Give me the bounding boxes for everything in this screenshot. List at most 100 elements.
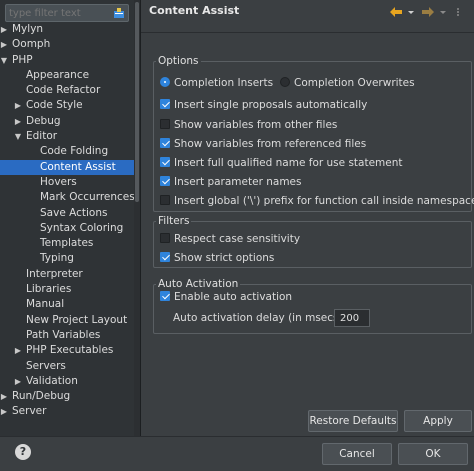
tree-item-mylyn[interactable]: ▶ Mylyn — [0, 22, 134, 37]
tree-item-label: Oomph — [12, 38, 51, 51]
tree-item-path-variables[interactable]: Path Variables — [0, 328, 134, 343]
options-group: Options Completion Inserts Completion Ov… — [153, 55, 474, 212]
tree-item-label: Mark Occurrences — [40, 191, 135, 204]
back-menu-chevron-icon[interactable] — [407, 6, 415, 20]
tree-item-label: Debug — [26, 114, 61, 127]
collapsed-chevron-icon[interactable]: ▶ — [0, 37, 8, 52]
collapsed-chevron-icon[interactable]: ▶ — [14, 343, 22, 358]
tree-item-php-executables[interactable]: ▶ PHP Executables — [0, 343, 134, 358]
tree-item-label: Libraries — [26, 283, 72, 296]
tree-item-content-assist[interactable]: Content Assist — [0, 159, 134, 175]
tree-item-interpreter[interactable]: Interpreter — [0, 267, 134, 282]
tree-scrollbar[interactable] — [134, 0, 141, 436]
insert-single-proposals-check-indicator[interactable] — [160, 99, 170, 109]
completion-overwrites-radio-indicator[interactable] — [280, 77, 290, 87]
tree-item-label: Hovers — [40, 175, 77, 188]
collapsed-chevron-icon[interactable]: ▶ — [14, 98, 22, 113]
respect-case-sensitivity-check-indicator[interactable] — [160, 233, 170, 243]
auto-activation-group: Auto Activation Enable auto activation A… — [153, 278, 472, 334]
collapsed-chevron-icon[interactable]: ▶ — [14, 374, 22, 389]
completion-overwrites-label: Completion Overwrites — [294, 77, 415, 89]
tree-item-save-actions[interactable]: Save Actions — [0, 206, 134, 221]
apply-button[interactable]: Apply — [404, 410, 472, 432]
tree-item-libraries[interactable]: Libraries — [0, 282, 134, 297]
collapsed-chevron-icon[interactable]: ▶ — [14, 114, 22, 129]
tree-item-oomph[interactable]: ▶ Oomph — [0, 37, 134, 52]
tree-item-label: PHP Executables — [26, 344, 114, 357]
insert-parameter-names-label: Insert parameter names — [174, 176, 302, 188]
tree-item-label: Appearance — [26, 68, 90, 81]
ok-button[interactable]: OK — [398, 443, 468, 465]
tree-item-hovers[interactable]: Hovers — [0, 175, 134, 190]
preferences-tree: ▶ Mylyn ▶ Oomph ▼ PHP Appearance Code Refactor ▶… — [0, 22, 134, 420]
tree-item-label: Code Folding — [40, 145, 109, 158]
preferences-tree-panel: ▶Mylyn▶Oomph▼PHPAppearanceCode Refactor▶… — [0, 0, 135, 436]
tree-item-label: Run/Debug — [12, 390, 71, 403]
show-variables-referenced-files-check-indicator[interactable] — [160, 138, 170, 148]
completion-inserts-label: Completion Inserts — [174, 77, 274, 89]
tree-item-label: Content Assist — [40, 160, 116, 173]
view-menu-icon[interactable] — [455, 6, 461, 20]
filter-box — [5, 4, 129, 22]
tree-item-label: Save Actions — [40, 206, 108, 219]
tree-item-editor[interactable]: ▼ Editor — [0, 129, 134, 144]
show-variables-other-files-label: Show variables from other files — [174, 119, 338, 131]
filters-group-title: Filters — [156, 215, 192, 227]
enable-auto-activation-label: Enable auto activation — [174, 291, 293, 303]
tree-item-run-debug[interactable]: ▶ Run/Debug — [0, 389, 134, 404]
tree-item-syntax-coloring[interactable]: Syntax Coloring — [0, 221, 134, 236]
auto-activation-delay-label: Auto activation delay (in msecs) — [173, 312, 343, 324]
restore-defaults-button[interactable]: Restore Defaults — [308, 410, 398, 432]
cancel-button[interactable]: Cancel — [322, 443, 392, 465]
filter-input[interactable] — [9, 6, 109, 20]
insert-parameter-names-check-indicator[interactable] — [160, 176, 170, 186]
tree-item-label: Editor — [26, 130, 58, 143]
collapsed-chevron-icon[interactable]: ▶ — [0, 22, 8, 37]
tree-item-debug[interactable]: ▶ Debug — [0, 114, 134, 129]
tree-item-templates[interactable]: Templates — [0, 236, 134, 251]
tree-item-server[interactable]: ▶ Server — [0, 404, 134, 419]
collapsed-chevron-icon[interactable]: ▶ — [0, 404, 8, 419]
tree-item-code-style[interactable]: ▶ Code Style — [0, 98, 134, 113]
page-title: Content Assist — [149, 4, 240, 17]
back-arrow-icon[interactable] — [389, 6, 403, 20]
tree-scroll-thumb[interactable] — [135, 2, 139, 202]
tree-item-mark-occurrences[interactable]: Mark Occurrences — [0, 190, 134, 205]
collapsed-chevron-icon[interactable]: ▶ — [0, 389, 8, 404]
expanded-chevron-icon[interactable]: ▼ — [0, 53, 8, 68]
tree-item-code-folding[interactable]: Code Folding — [0, 144, 134, 159]
tree-item-appearance[interactable]: Appearance — [0, 68, 134, 83]
help-icon[interactable]: ? — [15, 444, 31, 460]
tree-item-new-project-layout[interactable]: New Project Layout — [0, 313, 134, 328]
tree-item-manual[interactable]: Manual — [0, 297, 134, 312]
respect-case-sensitivity-label: Respect case sensitivity — [174, 233, 301, 245]
tree-item-php[interactable]: ▼ PHP — [0, 53, 134, 68]
dialog-button-bar: ? Cancel OK — [0, 436, 474, 471]
filter-clear-icon[interactable] — [112, 6, 126, 20]
tree-item-label: Code Style — [26, 99, 83, 112]
forward-menu-chevron-icon[interactable] — [439, 6, 447, 20]
expanded-chevron-icon[interactable]: ▼ — [14, 129, 22, 144]
tree-item-label: Validation — [26, 374, 78, 387]
tree-item-code-refactor[interactable]: Code Refactor — [0, 83, 134, 98]
tree-item-typing[interactable]: Typing — [0, 251, 134, 266]
show-strict-options-check-indicator[interactable] — [160, 252, 170, 262]
tree-item-label: Typing — [40, 252, 74, 265]
tree-item-validation[interactable]: ▶ Validation — [0, 374, 134, 389]
filters-group: Filters Respect case sensitivity Show st… — [153, 215, 472, 268]
insert-full-qualified-name-check-indicator[interactable] — [160, 157, 170, 167]
forward-arrow-icon[interactable] — [421, 6, 435, 20]
tree-item-label: Templates — [40, 237, 94, 250]
completion-inserts-radio-indicator[interactable] — [160, 77, 170, 87]
tree-item-label: Path Variables — [26, 328, 101, 341]
tree-item-label: Code Refactor — [26, 84, 101, 97]
tree-item-servers[interactable]: Servers — [0, 359, 134, 374]
show-variables-other-files-check-indicator[interactable] — [160, 119, 170, 129]
tree-item-label: Mylyn — [12, 23, 44, 35]
tree-item-label: Interpreter — [26, 267, 83, 280]
tree-item-label: Server — [12, 405, 47, 418]
preference-page: Content Assist Options Completion Insert… — [141, 0, 474, 436]
insert-global-prefix-check-indicator[interactable] — [160, 195, 170, 205]
auto-activation-delay-input[interactable] — [334, 309, 370, 327]
enable-auto-activation-check-indicator[interactable] — [160, 291, 170, 301]
